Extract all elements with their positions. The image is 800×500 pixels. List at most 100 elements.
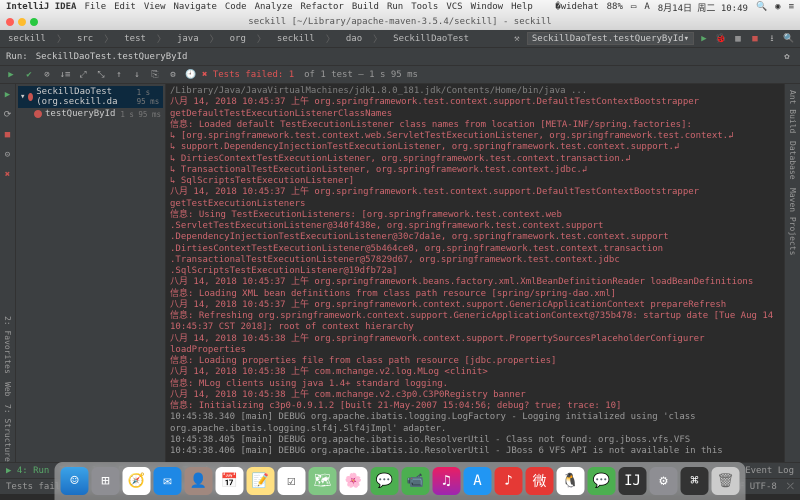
crumb-0[interactable]: seckill: [4, 34, 50, 44]
dock-appstore[interactable]: A: [464, 467, 492, 495]
history-icon[interactable]: 🕘: [184, 68, 198, 82]
dock-intellij[interactable]: IJ: [619, 467, 647, 495]
dock-weibo[interactable]: 微: [526, 467, 554, 495]
dock-calendar[interactable]: 📅: [216, 467, 244, 495]
console-line: 10:45:38.340 [main] DEBUG org.apache.iba…: [170, 412, 780, 435]
tab-favorites[interactable]: 2: Favorites: [3, 316, 12, 374]
dock-itunes[interactable]: ♫: [433, 467, 461, 495]
maximize-icon[interactable]: [30, 18, 38, 26]
minimize-icon[interactable]: [18, 18, 26, 26]
tree-root[interactable]: ▾ SeckillDaoTest (org.seckill.da 1 s 95 …: [18, 86, 163, 108]
menu-vcs[interactable]: VCS: [446, 2, 462, 12]
dock-sysprefs[interactable]: ⚙: [650, 467, 678, 495]
next-fail-icon[interactable]: ↓: [130, 68, 144, 82]
tab-event-log[interactable]: Event Log: [745, 466, 794, 476]
crumb-2[interactable]: test: [120, 34, 150, 44]
console-line: ↳ DirtiesContextTestExecutionListener, o…: [170, 154, 780, 165]
clock[interactable]: 8月14日 周二 10:49: [658, 1, 748, 14]
menu-tools[interactable]: Tools: [411, 2, 438, 12]
menu-run[interactable]: Run: [387, 2, 403, 12]
menu-analyze[interactable]: Analyze: [255, 2, 293, 12]
crumb-7[interactable]: SeckillDaoTest: [389, 34, 473, 44]
close-icon[interactable]: [6, 18, 14, 26]
run-button[interactable]: ▶: [697, 32, 711, 46]
app-name[interactable]: IntelliJ IDEA: [6, 2, 76, 12]
tree-child[interactable]: testQueryById 1 s 95 ms: [18, 108, 163, 120]
vcs-icon[interactable]: ⭳: [765, 32, 779, 46]
build-icon[interactable]: ⚒: [510, 32, 524, 46]
dock-netease[interactable]: ♪: [495, 467, 523, 495]
console-line: /Library/Java/JavaVirtualMachines/jdk1.8…: [170, 86, 780, 97]
console-line: 八月 14, 2018 10:45:37 上午 org.springframew…: [170, 300, 780, 311]
dock-facetime[interactable]: 📹: [402, 467, 430, 495]
menu-refactor[interactable]: Refactor: [301, 2, 344, 12]
console-line: .TransactionalTestExecutionListener@5782…: [170, 255, 780, 266]
tab-web[interactable]: Web: [3, 382, 12, 396]
dock-notes[interactable]: 📝: [247, 467, 275, 495]
rerun-button[interactable]: ▶: [4, 68, 18, 82]
tab-ant[interactable]: Ant Build: [788, 90, 797, 133]
input-icon[interactable]: A: [644, 2, 649, 12]
dock-contacts[interactable]: 👤: [185, 467, 213, 495]
menu-navigate[interactable]: Navigate: [174, 2, 217, 12]
crumb-6[interactable]: dao: [342, 34, 366, 44]
search-icon[interactable]: 🔍: [782, 32, 796, 46]
console-line: 八月 14, 2018 10:45:38 上午 com.mchange.v2.c…: [170, 390, 780, 401]
dock-finder[interactable]: ☺: [61, 467, 89, 495]
dock-photos[interactable]: 🌸: [340, 467, 368, 495]
tab-structure[interactable]: 7: Structure: [3, 404, 12, 462]
siri-icon[interactable]: ◉: [775, 2, 780, 12]
dock-qq[interactable]: 🐧: [557, 467, 585, 495]
settings-icon[interactable]: ⚙: [166, 68, 180, 82]
collapse-icon[interactable]: ⤡: [94, 68, 108, 82]
wifi-icon[interactable]: �widehat: [555, 2, 598, 12]
stop-icon[interactable]: ■: [1, 128, 15, 142]
filter-pass-icon[interactable]: ✔: [22, 68, 36, 82]
dock-reminders[interactable]: ☑: [278, 467, 306, 495]
dock-terminal[interactable]: ⌘: [681, 467, 709, 495]
menu-file[interactable]: File: [84, 2, 106, 12]
prev-fail-icon[interactable]: ↑: [112, 68, 126, 82]
console-line: 八月 14, 2018 10:45:37 上午 org.springframew…: [170, 97, 780, 120]
dock-messages[interactable]: 💬: [371, 467, 399, 495]
run-config-selector[interactable]: SeckillDaoTest.testQueryById ▾: [527, 32, 694, 45]
tab-maven[interactable]: Maven Projects: [788, 188, 797, 255]
dock-wechat[interactable]: 💬: [588, 467, 616, 495]
sort-icon[interactable]: ↓≡: [58, 68, 72, 82]
tab-database[interactable]: Database: [788, 141, 797, 180]
menu-build[interactable]: Build: [352, 2, 379, 12]
lock-icon[interactable]: ⤫: [787, 482, 794, 492]
export-icon[interactable]: ⎘: [148, 68, 162, 82]
menu-help[interactable]: Help: [511, 2, 533, 12]
crumb-5[interactable]: seckill: [273, 34, 319, 44]
console-line: .SqlScriptsTestExecutionListener@19dfb72…: [170, 266, 780, 277]
menu-code[interactable]: Code: [225, 2, 247, 12]
dock-launchpad[interactable]: ⊞: [92, 467, 120, 495]
menu-view[interactable]: View: [144, 2, 166, 12]
rerun-icon[interactable]: ▶: [1, 88, 15, 102]
menu-window[interactable]: Window: [471, 2, 504, 12]
crumb-1[interactable]: src: [73, 34, 97, 44]
filter-ignore-icon[interactable]: ⊘: [40, 68, 54, 82]
console-line: ↳ SqlScriptsTestExecutionListener]: [170, 176, 780, 187]
dock-safari[interactable]: 🧭: [123, 467, 151, 495]
console-output[interactable]: /Library/Java/JavaVirtualMachines/jdk1.8…: [166, 84, 784, 462]
pin-icon[interactable]: ⊝: [1, 148, 15, 162]
toggle-autorun-icon[interactable]: ⟳: [1, 108, 15, 122]
dock-trash[interactable]: 🗑: [712, 467, 740, 495]
menu-edit[interactable]: Edit: [114, 2, 136, 12]
close-panel-icon[interactable]: ✖: [1, 168, 15, 182]
search-icon[interactable]: 🔍: [756, 2, 767, 12]
expand-icon[interactable]: ⤢: [76, 68, 90, 82]
panel-gear-icon[interactable]: ✿: [780, 50, 794, 64]
test-tree: ▾ SeckillDaoTest (org.seckill.da 1 s 95 …: [16, 84, 166, 462]
coverage-button[interactable]: ▦: [731, 32, 745, 46]
debug-button[interactable]: 🐞: [714, 32, 728, 46]
crumb-4[interactable]: org: [226, 34, 250, 44]
dock-mail[interactable]: ✉: [154, 467, 182, 495]
notif-icon[interactable]: ≡: [789, 2, 794, 12]
stop-button[interactable]: ■: [748, 32, 762, 46]
tab-run[interactable]: ▶ 4: Run: [6, 466, 49, 476]
dock-maps[interactable]: 🗺: [309, 467, 337, 495]
crumb-3[interactable]: java: [173, 34, 203, 44]
